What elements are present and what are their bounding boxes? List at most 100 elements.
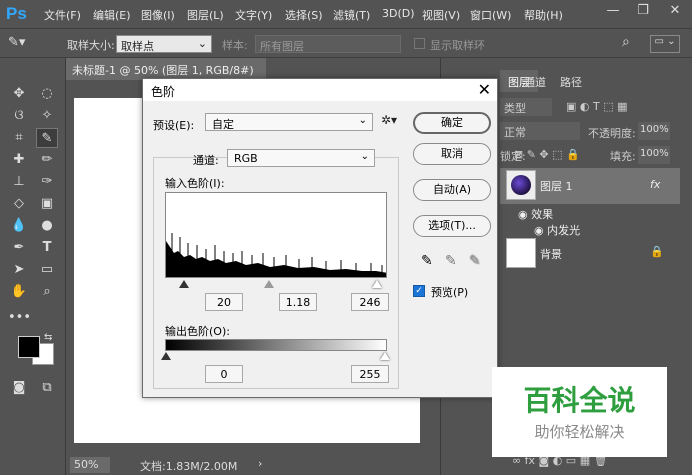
marquee-tool-icon[interactable]: ◌ xyxy=(36,84,58,104)
eyedropper-tool-icon[interactable]: ✎ xyxy=(36,128,58,148)
sample-select[interactable]: 所有图层 xyxy=(255,35,401,53)
pen-tool-icon[interactable]: ✒ xyxy=(8,238,30,258)
close-icon[interactable]: ✕ xyxy=(478,80,491,99)
layer-effects-row[interactable]: ◉ 效果 xyxy=(518,206,553,222)
type-tool-icon[interactable]: T xyxy=(36,238,58,258)
clone-stamp-icon[interactable]: ⊥ xyxy=(8,172,30,192)
zoom-level[interactable]: 50% xyxy=(70,457,110,473)
menu-view[interactable]: 视图(V) xyxy=(422,7,460,23)
foreground-color-swatch[interactable] xyxy=(18,336,40,358)
blend-mode-select[interactable]: 正常 xyxy=(500,122,580,140)
screen-mode-icon[interactable]: ⧉ xyxy=(36,378,58,398)
histogram-graph xyxy=(166,233,386,277)
tools-panel: ✥ ◌ ଓ ✧ ⌗ ✎ ✚ ✏ ⊥ ✑ ◇ ▣ 💧 ● ✒ T ➤ ▭ ✋ ⌕ … xyxy=(0,58,66,475)
blur-tool-icon[interactable]: 💧 xyxy=(8,216,30,236)
brush-tool-icon[interactable]: ✏ xyxy=(36,150,58,170)
chevron-right-icon[interactable]: › xyxy=(258,457,262,470)
menu-window[interactable]: 窗口(W) xyxy=(470,7,511,23)
document-tab[interactable]: 未标题-1 @ 50% (图层 1, RGB/8#) * ✕ xyxy=(66,58,266,91)
hand-tool-icon[interactable]: ✋ xyxy=(8,282,30,302)
input-white-field[interactable]: 246 xyxy=(351,293,389,311)
move-tool-icon[interactable]: ✥ xyxy=(8,84,30,104)
search-icon[interactable]: ⌕ xyxy=(622,34,630,50)
auto-button[interactable]: 自动(A) xyxy=(413,179,491,201)
menu-3d[interactable]: 3D(D) xyxy=(382,7,415,20)
options-button[interactable]: 选项(T)... xyxy=(413,215,491,237)
lasso-tool-icon[interactable]: ଓ xyxy=(8,106,30,126)
output-black-field[interactable]: 0 xyxy=(205,365,243,383)
black-point-eyedropper-icon[interactable]: ✎ xyxy=(421,253,433,269)
magic-wand-icon[interactable]: ✧ xyxy=(36,106,58,126)
preview-checkbox[interactable]: ✓ xyxy=(413,285,425,297)
zoom-tool-icon[interactable]: ⌕ xyxy=(36,282,58,302)
watermark-subtitle: 助你轻松解决 xyxy=(534,423,625,441)
menu-type[interactable]: 文字(Y) xyxy=(235,7,272,23)
menu-bar: Ps 文件(F) 编辑(E) 图像(I) 图层(L) 文字(Y) 选择(S) 滤… xyxy=(0,0,692,28)
input-white-slider[interactable] xyxy=(372,280,382,288)
layer-row-1[interactable]: 图层 1 fx xyxy=(500,168,680,204)
fx-icon[interactable]: fx xyxy=(650,178,660,191)
output-black-slider[interactable] xyxy=(161,352,171,360)
gear-icon[interactable]: ✲▾ xyxy=(381,113,397,127)
channel-select[interactable]: RGB ⌄ xyxy=(227,149,375,167)
sample-size-select[interactable]: 取样点 ⌄ xyxy=(116,35,212,53)
tab-paths[interactable]: 路径 xyxy=(552,70,590,92)
output-white-slider[interactable] xyxy=(380,352,390,360)
path-select-icon[interactable]: ➤ xyxy=(8,260,30,280)
dodge-tool-icon[interactable]: ● xyxy=(36,216,58,236)
layer-name[interactable]: 背景 xyxy=(540,246,562,262)
menu-layer[interactable]: 图层(L) xyxy=(187,7,224,23)
eyedropper-preset-icon[interactable]: ✎▾ xyxy=(8,35,40,53)
input-gamma-field[interactable]: 1.18 xyxy=(279,293,317,311)
sample-label: 样本: xyxy=(222,39,248,52)
tab-channels[interactable]: 通道 xyxy=(516,70,554,92)
effects-label: 效果 xyxy=(531,208,554,221)
eraser-tool-icon[interactable]: ◇ xyxy=(8,194,30,214)
more-tools-icon[interactable]: ••• xyxy=(8,308,31,328)
preset-label: 预设(E): xyxy=(153,119,195,132)
status-bar: 50% 文档:1.83M/2.00M › xyxy=(66,455,438,475)
gradient-tool-icon[interactable]: ▣ xyxy=(36,194,58,214)
blend-mode-value: 正常 xyxy=(504,126,526,139)
quick-mask-icon[interactable]: ◙ xyxy=(8,378,30,398)
input-black-field[interactable]: 20 xyxy=(205,293,243,311)
healing-brush-icon[interactable]: ✚ xyxy=(8,150,30,170)
layer-thumbnail xyxy=(506,170,536,200)
fill-input[interactable]: 100% xyxy=(638,146,670,164)
swap-colors-icon[interactable]: ⇆ xyxy=(44,332,52,343)
menu-filter[interactable]: 滤镜(T) xyxy=(333,7,370,23)
lock-icon: 🔒 xyxy=(650,245,664,258)
output-white-field[interactable]: 255 xyxy=(351,365,389,383)
rectangle-tool-icon[interactable]: ▭ xyxy=(36,260,58,280)
input-black-slider[interactable] xyxy=(179,280,189,288)
fill-label: 填充: xyxy=(610,150,636,163)
cancel-button[interactable]: 取消 xyxy=(413,143,491,165)
crop-tool-icon[interactable]: ⌗ xyxy=(8,128,30,148)
white-point-eyedropper-icon[interactable]: ✎ xyxy=(469,253,481,269)
minimize-button[interactable]: — xyxy=(598,0,628,22)
menu-help[interactable]: 帮助(H) xyxy=(524,7,563,23)
input-gamma-slider[interactable] xyxy=(264,280,274,288)
menu-image[interactable]: 图像(I) xyxy=(141,7,175,23)
ok-button[interactable]: 确定 xyxy=(413,112,491,134)
chevron-down-icon: ⌄ xyxy=(358,115,367,126)
menu-select[interactable]: 选择(S) xyxy=(285,7,323,23)
filter-kind-select[interactable]: 类型 xyxy=(500,98,552,116)
menu-file[interactable]: 文件(F) xyxy=(44,7,81,23)
sample-size-label: 取样大小: xyxy=(67,39,115,52)
workspace-switcher[interactable]: ▭ ⌄ xyxy=(650,35,680,53)
history-brush-icon[interactable]: ✑ xyxy=(36,172,58,192)
layer-name[interactable]: 图层 1 xyxy=(540,178,573,194)
preset-select[interactable]: 自定 ⌄ xyxy=(205,113,373,131)
gray-point-eyedropper-icon[interactable]: ✎ xyxy=(445,253,457,269)
layer-row-background[interactable]: 背景 🔒 xyxy=(500,236,680,272)
lock-icons[interactable]: ⊠ ✎ ✥ ⬚ 🔒 xyxy=(514,148,580,161)
close-window-button[interactable]: ✕ xyxy=(660,0,690,22)
eye-icon[interactable]: ◉ xyxy=(518,208,531,221)
show-ring-checkbox[interactable] xyxy=(414,38,425,49)
menu-edit[interactable]: 编辑(E) xyxy=(93,7,131,23)
options-bar: ✎▾ 取样大小: 取样点 ⌄ 样本: 所有图层 显示取样环 ⌕ ▭ ⌄ xyxy=(0,28,692,58)
filter-icons[interactable]: ▣ ◐ T ⬚ ▦ xyxy=(566,100,627,113)
opacity-input[interactable]: 100% xyxy=(638,122,670,140)
restore-button[interactable]: ❐ xyxy=(628,0,658,22)
